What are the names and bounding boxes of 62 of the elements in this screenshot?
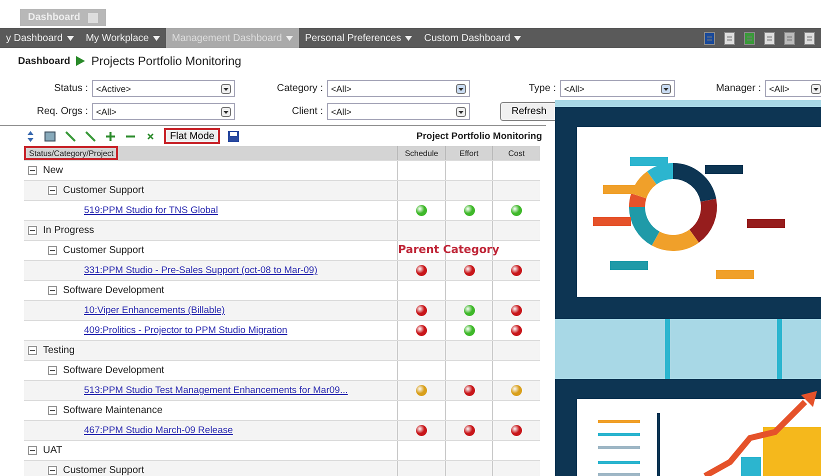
annotation-label: Parent Category: [398, 243, 500, 256]
tree-group-label: Customer Support: [63, 245, 144, 256]
filter-label: Client :: [290, 106, 324, 117]
caret-icon: [286, 36, 293, 40]
caret-icon: [514, 36, 522, 40]
page-title: Projects Portfolio Monitoring: [91, 54, 242, 68]
grid-title: Project Portfolio Monitoring: [416, 130, 542, 142]
column-header: Schedule: [397, 146, 445, 160]
save-icon[interactable]: [227, 130, 240, 142]
collapse-icon[interactable]: [28, 446, 37, 455]
filter-dropdown[interactable]: <All>: [92, 103, 235, 120]
document-icon[interactable]: [804, 32, 815, 44]
filter-label: Req. Orgs :: [36, 106, 89, 117]
arrow-icon: [76, 56, 86, 66]
tree-group-label: Software Maintenance: [63, 405, 163, 416]
flat-mode-button[interactable]: Flat Mode: [164, 128, 220, 144]
collapse-icon[interactable]: [28, 226, 37, 235]
filter-label: Status :: [53, 83, 89, 94]
filter-dropdown[interactable]: <All>: [560, 80, 675, 97]
breadcrumb-link[interactable]: Dashboard: [18, 56, 70, 66]
menu-item[interactable]: Personal Preferences: [298, 28, 418, 48]
tree-group-label: In Progress: [43, 225, 94, 236]
filter-dropdown[interactable]: <All>: [765, 80, 821, 97]
menu-item[interactable]: My Workplace: [80, 28, 166, 48]
document-icon[interactable]: [784, 32, 795, 44]
column-header: Effort: [445, 146, 492, 160]
caret-icon: [405, 36, 412, 40]
project-link[interactable]: 519:PPM Studio for TNS Global: [84, 205, 218, 216]
tree-group-label: Testing: [43, 345, 75, 356]
project-link[interactable]: 409:Prolitics - Projector to PPM Studio Migration: [84, 325, 288, 336]
collapse-icon[interactable]: [28, 346, 37, 355]
collapse-icon[interactable]: [48, 466, 57, 475]
tree-group-label: Customer Support: [63, 185, 144, 196]
project-link[interactable]: 467:PPM Studio March-09 Release: [84, 425, 233, 436]
collapse-icon[interactable]: [48, 286, 57, 295]
caret-icon: [66, 36, 74, 40]
tree-group-label: New: [43, 165, 64, 176]
filter-label: Category :: [276, 83, 324, 94]
tree-group-label: UAT: [43, 445, 62, 456]
column-header: Status/Category/Project: [24, 146, 118, 160]
menu-item[interactable]: y Dashboard: [0, 28, 80, 48]
collapse-icon[interactable]: [28, 166, 37, 175]
tree-group-label: Customer Support: [63, 465, 144, 476]
project-link[interactable]: 10:Viper Enhancements (Billable): [84, 305, 225, 316]
collapse-icon[interactable]: [48, 406, 57, 415]
filter-dropdown[interactable]: <Active>: [92, 80, 235, 97]
add-icon[interactable]: [104, 130, 117, 142]
column-header: Cost: [492, 146, 540, 160]
collapse-icon[interactable]: [48, 246, 57, 255]
filter-dropdown[interactable]: <All>: [327, 103, 470, 120]
filter-label: Type :: [528, 83, 557, 94]
refresh-button[interactable]: Refresh: [500, 102, 558, 121]
tree-group-label: Software Development: [63, 285, 164, 296]
menu-item[interactable]: Custom Dashboard: [418, 28, 528, 48]
collapse-icon[interactable]: [48, 366, 57, 375]
filter-label: Manager :: [714, 83, 762, 94]
document-icon[interactable]: [764, 32, 775, 44]
document-icon[interactable]: [724, 32, 735, 44]
filter-dropdown[interactable]: <All>: [327, 80, 470, 97]
tree-group-label: Software Development: [63, 365, 164, 376]
collapse-icon[interactable]: [48, 186, 57, 195]
caret-icon: [152, 36, 160, 40]
